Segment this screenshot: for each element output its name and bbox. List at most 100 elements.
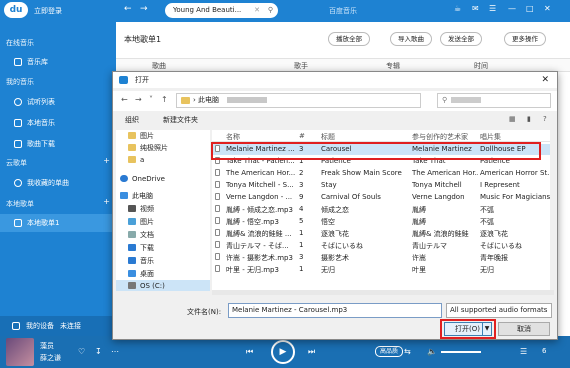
search-icon[interactable]: ⚲ (268, 3, 273, 18)
filetype-value: All supported audio formats (450, 306, 548, 314)
file-row[interactable]: 叶里 - 无归.mp3 1 无归 叶里 无归 (212, 264, 554, 275)
nav-item-pictures[interactable]: 图片 (128, 130, 154, 141)
sidebar-item-trial[interactable]: 试听列表 (0, 93, 116, 111)
file-number: 9 (299, 193, 304, 201)
preview-pane-icon[interactable]: ▮ (527, 115, 531, 123)
nav-item-this-pc[interactable]: 此电脑 (120, 190, 153, 201)
heart-icon[interactable]: ♡ (78, 347, 85, 356)
nav-item-desktop[interactable]: 桌面 (128, 268, 154, 279)
column-title[interactable]: 标题 (321, 132, 335, 142)
forward-arrow-icon[interactable]: → (135, 95, 142, 104)
volume-slider[interactable] (441, 351, 481, 353)
address-text: 此电脑 (198, 96, 220, 104)
filetype-select[interactable]: All supported audio formats (446, 303, 552, 318)
organize-menu[interactable]: 组织 (125, 115, 139, 125)
file-number: 3 (299, 253, 304, 261)
chevron-down-icon[interactable]: ˅ (149, 95, 153, 104)
cancel-button[interactable]: 取消 (498, 322, 550, 336)
column-song[interactable]: 歌曲 (152, 61, 166, 71)
album-art[interactable] (6, 338, 34, 366)
sidebar-item-download[interactable]: 歌曲下载 (0, 135, 116, 153)
nav-item-videos[interactable]: 视频 (128, 203, 154, 214)
sidebar-item-favorites[interactable]: 我收藏的单曲 (0, 174, 116, 192)
help-icon[interactable]: ? (543, 115, 547, 123)
page-title: 本地歌单1 (124, 35, 162, 44)
sidebar-item-local[interactable]: 本地音乐 (0, 114, 116, 132)
horizontal-scrollbar[interactable] (212, 290, 554, 295)
view-icon[interactable]: ▦ (509, 115, 516, 123)
file-title: Freak Show Main Score (321, 169, 402, 177)
file-number: 3 (299, 181, 304, 189)
previous-icon[interactable]: ⏮ (246, 347, 253, 357)
column-name[interactable]: 名称 (226, 132, 240, 142)
dialog-close-icon[interactable]: ✕ (541, 72, 549, 88)
play-all-button[interactable]: 播放全部 (328, 32, 370, 46)
search-input[interactable]: Young And Beauti... ✕ ⚲ (165, 3, 278, 18)
column-album[interactable]: 专辑 (386, 61, 400, 71)
nav-item-images[interactable]: 图片 (128, 216, 154, 227)
nav-item-favorites[interactable]: 纯极照片 (128, 142, 168, 153)
file-row[interactable]: The American Hor... 2 Freak Show Main Scor… (212, 168, 554, 179)
minimize-icon[interactable]: — (508, 4, 516, 13)
maximize-icon[interactable]: □ (526, 4, 534, 13)
send-all-button[interactable]: 发送全部 (440, 32, 482, 46)
quality-badge[interactable]: 高品质 (375, 346, 404, 357)
file-row[interactable]: Tonya Mitchell - S... 3 Stay Tonya Mitchell… (212, 180, 554, 191)
filename-input[interactable]: Melanie Martinez - Carousel.mp3 (228, 303, 442, 318)
file-number: 2 (299, 169, 304, 177)
up-arrow-icon[interactable]: ↑ (161, 95, 168, 104)
nav-item-documents[interactable]: 文档 (128, 229, 154, 240)
file-row[interactable]: 青山テルマ - そば... 1 そばにいるね 青山テルマ そばにいるね (212, 240, 554, 251)
nav-item-onedrive[interactable]: OneDrive (120, 173, 165, 184)
shirt-icon[interactable]: ☕ (454, 4, 461, 13)
file-row[interactable]: 胤縛 - 悟空.mp3 5 悟空 胤縛 不弧 (212, 216, 554, 227)
song-table-header: 歌曲 歌手 专辑 时间 (116, 58, 570, 72)
desktop-icon (128, 270, 136, 277)
sidebar-item-music-lib[interactable]: 音乐库 (0, 53, 116, 71)
file-title: 悟空 (321, 218, 335, 226)
file-row[interactable]: 胤縛 - 倾成之恋.mp3 4 倾成之恋 胤縛 不弧 (212, 204, 554, 215)
nav-item-downloads[interactable]: 下载 (128, 242, 154, 253)
sidebar-item-label: 本地歌单1 (27, 219, 60, 227)
more-icon[interactable]: ⋯ (111, 347, 119, 356)
import-button[interactable]: 导入歌曲 (390, 32, 432, 46)
add-cloud-list-icon[interactable]: + (103, 156, 110, 165)
device-bar[interactable]: 我的设备 未连接 (0, 316, 116, 336)
volume-icon[interactable]: 🔈 (427, 347, 437, 356)
address-bar[interactable]: › 此电脑 (176, 93, 421, 108)
column-album[interactable]: 唱片集 (480, 132, 501, 142)
back-arrow-icon[interactable]: ← (121, 95, 128, 104)
clear-icon[interactable]: ✕ (254, 3, 260, 18)
column-artist[interactable]: 歌手 (294, 61, 308, 71)
file-row[interactable]: 许嵩 - 摄影艺术.mp3 3 摄影艺术 许嵩 青年晚报 (212, 252, 554, 263)
file-row[interactable]: 胤縛& 流浪的鲑鲑 ... 1 逐浪飞花 胤縛& 流浪的鲑鲑 逐浪飞花 (212, 228, 554, 239)
file-name: 叶里 - 无归.mp3 (226, 266, 279, 274)
column-artist[interactable]: 参与创作的艺术家 (412, 132, 468, 142)
file-number: 4 (299, 205, 304, 213)
close-icon[interactable]: ✕ (544, 4, 551, 13)
next-icon[interactable]: ⏭ (308, 347, 315, 357)
audio-file-icon (215, 193, 220, 200)
back-arrow-icon[interactable]: ← (124, 4, 132, 14)
column-time[interactable]: 时间 (474, 61, 488, 71)
file-row[interactable]: Verne Langdon - ... 9 Carnival Of Souls Ver… (212, 192, 554, 203)
playlist-icon[interactable]: ☰ (520, 347, 527, 356)
more-button[interactable]: 更多操作 (504, 32, 546, 46)
nav-item-os-c[interactable]: OS (C:) (116, 280, 210, 291)
play-button[interactable]: ▶ (271, 340, 295, 364)
shuffle-icon[interactable]: ⇆ (404, 347, 411, 356)
forward-arrow-icon[interactable]: → (140, 4, 148, 14)
dialog-search-input[interactable]: ⚲ (437, 93, 551, 108)
nav-item-a[interactable]: a (128, 154, 144, 165)
vertical-scrollbar[interactable] (550, 130, 555, 290)
nav-label: 图片 (140, 217, 154, 226)
sidebar-item-local-list-1[interactable]: 本地歌单1 (0, 214, 116, 232)
mail-icon[interactable]: ✉ (472, 4, 479, 13)
new-folder-button[interactable]: 新建文件夹 (163, 115, 198, 125)
nav-item-music[interactable]: 音乐 (128, 255, 154, 266)
login-link[interactable]: 立即登录 (34, 6, 62, 16)
menu-icon[interactable]: ☰ (489, 4, 496, 13)
column-number[interactable]: # (299, 132, 305, 140)
add-local-list-icon[interactable]: + (103, 197, 110, 206)
download-icon[interactable]: ↧ (95, 347, 102, 356)
